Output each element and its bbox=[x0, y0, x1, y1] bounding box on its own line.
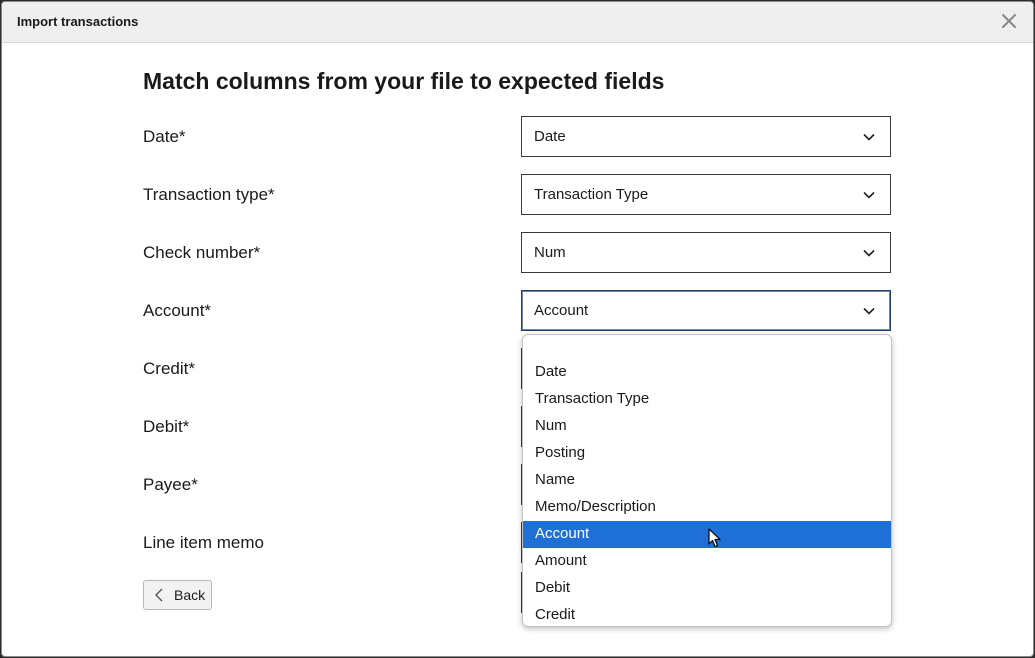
field-label-check-number: Check number* bbox=[143, 243, 261, 262]
dropdown-option[interactable]: Transaction Type bbox=[523, 386, 891, 413]
back-button[interactable]: Back bbox=[143, 580, 212, 610]
select-transaction-type[interactable]: Transaction Type bbox=[521, 174, 891, 215]
field-label-debit: Debit* bbox=[143, 417, 190, 436]
dropdown-option[interactable]: Num bbox=[523, 413, 891, 440]
dropdown-option[interactable]: Amount bbox=[523, 548, 891, 575]
dropdown-option[interactable]: Name bbox=[523, 467, 891, 494]
dropdown-option[interactable]: Posting bbox=[523, 440, 891, 467]
select-value: Date bbox=[534, 128, 566, 145]
close-icon[interactable] bbox=[999, 11, 1019, 31]
field-label-transaction-type: Transaction type* bbox=[143, 185, 275, 204]
select-date[interactable]: Date bbox=[521, 116, 891, 157]
select-check-number[interactable]: Num bbox=[521, 232, 891, 273]
dialog-titlebar: Import transactions bbox=[2, 2, 1033, 43]
field-label-account: Account* bbox=[143, 301, 212, 320]
chevron-down-icon bbox=[862, 246, 876, 260]
dropdown-option[interactable]: Date bbox=[523, 359, 891, 386]
select-account[interactable]: Account bbox=[521, 290, 891, 331]
back-button-label: Back bbox=[174, 587, 206, 603]
select-value: Account bbox=[534, 302, 589, 319]
select-value: Transaction Type bbox=[534, 186, 649, 203]
dialog-title: Import transactions bbox=[17, 14, 139, 29]
chevron-left-icon bbox=[154, 588, 164, 602]
chevron-down-icon bbox=[862, 130, 876, 144]
dropdown-option[interactable]: Debit bbox=[523, 575, 891, 602]
mouse-pointer-icon bbox=[708, 528, 722, 548]
field-label-credit: Credit* bbox=[143, 359, 195, 378]
chevron-down-icon bbox=[862, 188, 876, 202]
dropdown-option[interactable]: Credit bbox=[523, 602, 891, 626]
field-label-payee: Payee* bbox=[143, 475, 198, 494]
dropdown-option[interactable]: Memo/Description bbox=[523, 494, 891, 521]
chevron-down-icon bbox=[862, 304, 876, 318]
page-heading: Match columns from your file to expected… bbox=[143, 68, 665, 94]
account-dropdown-list: Date Transaction Type Num Posting Name M… bbox=[522, 334, 892, 627]
field-label-date: Date* bbox=[143, 127, 186, 146]
select-value: Num bbox=[534, 244, 566, 261]
dropdown-option-selected[interactable]: Account bbox=[523, 521, 891, 548]
import-transactions-dialog: Import transactions Match columns from y… bbox=[1, 1, 1034, 657]
field-label-line-item-memo: Line item memo bbox=[143, 533, 264, 552]
